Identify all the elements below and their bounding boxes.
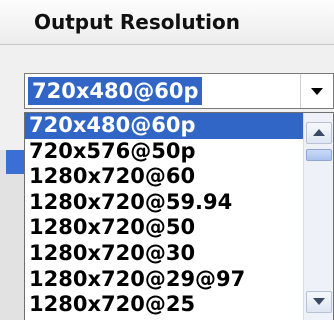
list-item[interactable]: 1280x720@30 [25, 241, 303, 267]
chevron-down-icon[interactable] [300, 74, 333, 108]
scroll-down-icon[interactable] [306, 291, 332, 313]
resolution-dropdown-list[interactable]: 720x480@60p 720x576@50p 1280x720@60 1280… [24, 112, 334, 320]
dropdown-items: 720x480@60p 720x576@50p 1280x720@60 1280… [25, 113, 303, 318]
left-strip-highlight [6, 150, 24, 174]
list-item[interactable]: 1280x720@60 [25, 164, 303, 190]
panel-header: Output Resolution [0, 0, 334, 45]
list-item[interactable]: 720x576@50p [25, 139, 303, 165]
list-item[interactable]: 1280x720@50 [25, 215, 303, 241]
scroll-thumb[interactable] [306, 149, 332, 161]
list-item[interactable]: 1280x720@29@97 [25, 267, 303, 293]
combo-selected-value: 720x480@60p [28, 77, 203, 105]
dropdown-scrollbar[interactable] [303, 113, 333, 320]
scroll-up-icon[interactable] [306, 122, 332, 144]
list-item[interactable]: 720x480@60p [25, 113, 303, 139]
panel-title: Output Resolution [34, 10, 240, 34]
list-item[interactable]: 1280x720@59.94 [25, 190, 303, 216]
resolution-combobox[interactable]: 720x480@60p [24, 73, 334, 109]
list-item[interactable]: 1280x720@25 [25, 292, 303, 318]
left-strip [0, 150, 24, 320]
